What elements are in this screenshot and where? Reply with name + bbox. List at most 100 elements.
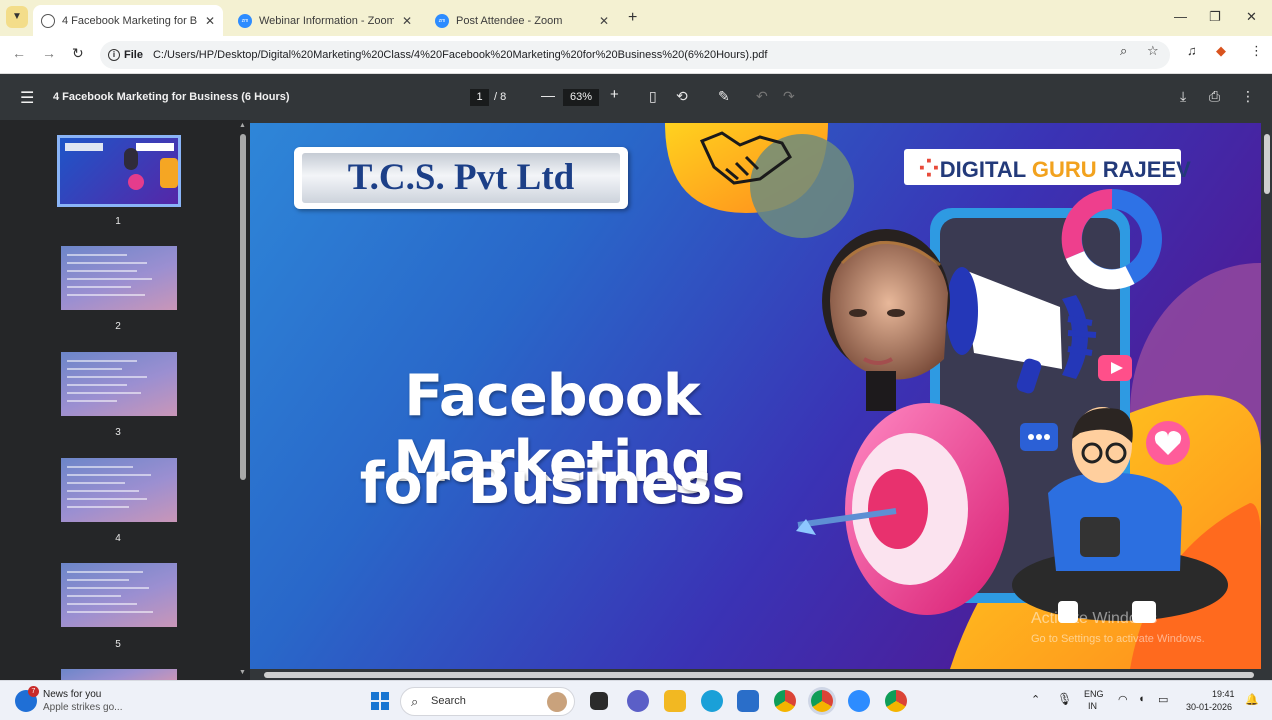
- zoom-out-button[interactable]: —: [541, 87, 555, 103]
- scroll-up-arrow[interactable]: ▲: [239, 122, 246, 129]
- media-control-icon[interactable]: ♫: [1187, 43, 1197, 58]
- clock-time[interactable]: 19:41: [1212, 689, 1235, 699]
- news-badge: 7: [28, 686, 39, 697]
- region-indicator[interactable]: IN: [1088, 701, 1097, 711]
- store-icon[interactable]: [737, 690, 759, 712]
- browser-toolbar: ← → ↻ i File C:/Users/HP/Desktop/Digital%…: [0, 36, 1272, 74]
- company-logo-box: T.C.S. Pvt Ltd: [294, 147, 628, 209]
- brand-word-3: RAJEEV: [1096, 157, 1191, 182]
- info-icon: i: [108, 49, 120, 61]
- back-button[interactable]: ←: [12, 45, 26, 61]
- notification-bell-icon[interactable]: 🔔: [1245, 693, 1259, 706]
- undo-icon[interactable]: ↶: [756, 88, 768, 105]
- screen: ▼ 4 Facebook Marketing for Busi ✕ zm Web…: [0, 0, 1272, 720]
- zoom-icon: zm: [435, 13, 449, 28]
- maximize-button[interactable]: ❐: [1209, 9, 1221, 25]
- brand-logo: ⁘DIGITAL GURU RAJEEV: [904, 149, 1191, 185]
- scrollbar-thumb[interactable]: [240, 134, 246, 480]
- page-thumbnail-3[interactable]: [61, 352, 177, 416]
- page-thumbnail-5[interactable]: [61, 563, 177, 627]
- taskbar-search[interactable]: ⌕ Search: [400, 687, 575, 716]
- address-bar[interactable]: i File C:/Users/HP/Desktop/Digital%20Mark…: [100, 41, 1170, 69]
- minimize-button[interactable]: —: [1174, 9, 1187, 24]
- tab-title: Post Attendee - Zoom: [456, 14, 563, 27]
- news-title[interactable]: News for you: [43, 689, 101, 700]
- chrome-profile-icon[interactable]: [885, 690, 907, 712]
- slide-title-line-2: for Business: [359, 451, 746, 517]
- brand-word-1: DIGITAL: [939, 157, 1032, 182]
- language-indicator[interactable]: ENG: [1084, 689, 1104, 699]
- viewer-vertical-scrollbar[interactable]: [1261, 120, 1272, 669]
- thumb-brand: [136, 143, 174, 151]
- bookmark-star-icon[interactable]: ☆: [1147, 43, 1159, 59]
- scrollbar-thumb[interactable]: [264, 672, 1254, 678]
- fit-page-icon[interactable]: ▯: [649, 88, 657, 105]
- page-number-input[interactable]: 1: [470, 89, 489, 106]
- chrome-icon[interactable]: [774, 690, 796, 712]
- tab-title: Webinar Information - Zoom: [259, 14, 394, 27]
- page-thumbnail-2[interactable]: [61, 246, 177, 310]
- task-view-icon[interactable]: [590, 692, 608, 710]
- profile-icon[interactable]: ◆: [1216, 43, 1226, 59]
- rotate-icon[interactable]: ⟲: [676, 88, 688, 105]
- green-circle-shape: [750, 134, 854, 238]
- close-tab-icon[interactable]: ✕: [599, 14, 609, 28]
- forward-button[interactable]: →: [42, 45, 56, 61]
- teams-icon[interactable]: [627, 690, 649, 712]
- page-thumbnail-4[interactable]: [61, 458, 177, 522]
- news-subtitle[interactable]: Apple strikes go...: [43, 702, 122, 713]
- tab-pdf[interactable]: 4 Facebook Marketing for Busi ✕: [33, 5, 223, 36]
- thumb-face: [124, 148, 138, 170]
- site-info-chip[interactable]: i File: [108, 49, 143, 61]
- file-explorer-icon[interactable]: [664, 690, 686, 712]
- volume-icon[interactable]: ◖: [1138, 693, 1145, 705]
- tray-overflow-icon[interactable]: ⌃: [1031, 693, 1040, 706]
- thumb-target: [128, 174, 144, 190]
- wifi-icon[interactable]: ◠: [1118, 693, 1128, 706]
- scrollbar-thumb[interactable]: [1264, 134, 1270, 194]
- viewer-horizontal-scrollbar[interactable]: [250, 669, 1272, 680]
- chrome-active-icon[interactable]: [811, 690, 833, 712]
- close-window-button[interactable]: ✕: [1246, 9, 1257, 25]
- start-button-icon[interactable]: [371, 692, 389, 710]
- close-tab-icon[interactable]: ✕: [402, 14, 412, 28]
- battery-icon[interactable]: ▭: [1158, 693, 1168, 706]
- edge-icon[interactable]: [701, 690, 723, 712]
- page-thumbnail-6[interactable]: [61, 669, 177, 680]
- thumbnail-sidebar: 1 2 3 4 5: [0, 120, 236, 680]
- url-text: C:/Users/HP/Desktop/Digital%20Marketing%…: [152, 49, 768, 61]
- sidebar-scrollbar[interactable]: ▲ ▼: [236, 120, 250, 680]
- chrome-menu-icon[interactable]: ⋮: [1250, 43, 1263, 59]
- pdf-toolbar: ☰ 4 Facebook Marketing for Business (6 H…: [0, 74, 1272, 120]
- sidebar-menu-icon[interactable]: ☰: [20, 88, 34, 108]
- chip-label: File: [124, 49, 143, 61]
- pdf-page-1: T.C.S. Pvt Ltd ⁘DIGITAL GURU RAJEEV Face…: [250, 123, 1261, 669]
- clock-date[interactable]: 30-01-2026: [1186, 702, 1232, 712]
- microphone-icon[interactable]: 🎙: [1057, 692, 1072, 706]
- page-thumbnail-1[interactable]: [57, 135, 181, 207]
- tab-post-attendee-zoom[interactable]: zm Post Attendee - Zoom ✕: [427, 5, 617, 36]
- scroll-down-arrow[interactable]: ▼: [239, 669, 246, 676]
- download-icon[interactable]: ⤓: [1180, 88, 1186, 105]
- company-name: T.C.S. Pvt Ltd: [302, 153, 620, 203]
- zoom-level-input[interactable]: 63%: [563, 89, 599, 106]
- zoom-icon: zm: [238, 13, 252, 28]
- zoom-app-icon[interactable]: [848, 690, 870, 712]
- more-actions-icon[interactable]: ⋮: [1241, 88, 1255, 105]
- annotate-icon[interactable]: ✎: [718, 88, 730, 105]
- reload-button[interactable]: ↻: [72, 45, 84, 62]
- redo-icon[interactable]: ↷: [783, 88, 795, 105]
- page-total: / 8: [494, 91, 507, 103]
- activate-windows-subtitle: Go to Settings to activate Windows.: [1031, 633, 1205, 645]
- activate-windows-title: Activate Windows: [1031, 610, 1158, 627]
- tab-search-button[interactable]: ▼: [6, 6, 28, 28]
- search-label: Search: [431, 695, 466, 707]
- thumbnail-label: 5: [115, 639, 121, 650]
- thumb-shape: [160, 158, 178, 188]
- zoom-in-button[interactable]: +: [610, 86, 619, 103]
- new-tab-button[interactable]: +: [628, 9, 637, 27]
- tab-webinar-zoom[interactable]: zm Webinar Information - Zoom ✕: [230, 5, 420, 36]
- close-tab-icon[interactable]: ✕: [205, 14, 215, 28]
- print-icon[interactable]: ⎙: [1209, 88, 1220, 105]
- zoom-lens-icon[interactable]: ⌕: [1120, 43, 1127, 59]
